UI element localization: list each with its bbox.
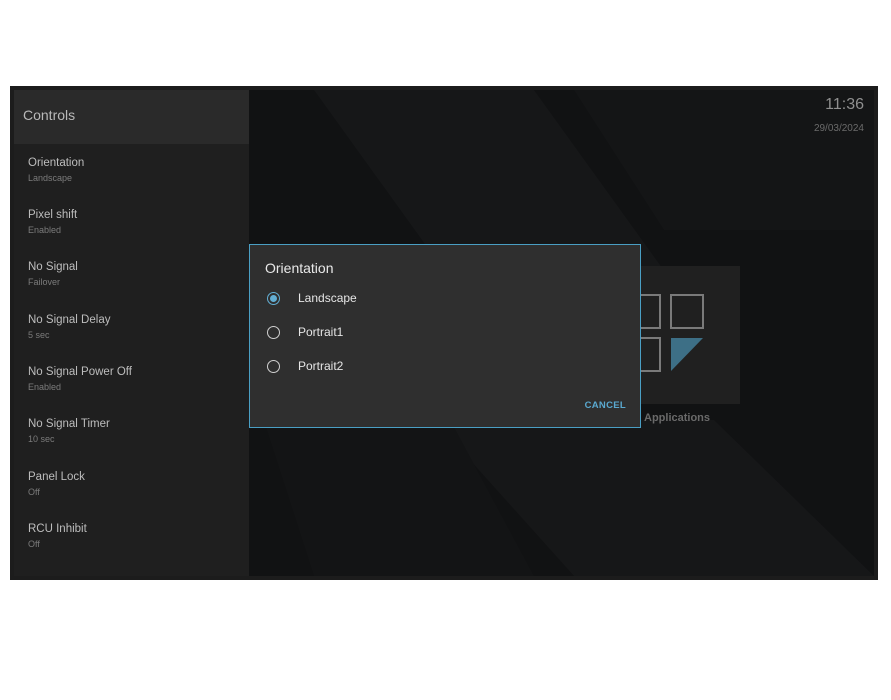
menu-item-panel-lock[interactable]: Panel Lock Off (28, 470, 85, 498)
menu-item-label: RCU Inhibit (28, 523, 87, 535)
menu-item-value: 5 sec (28, 330, 50, 340)
orientation-dialog: Orientation Landscape Portrait1 Portrait… (249, 244, 641, 428)
settings-sidebar: Controls Orientation Landscape Pixel shi… (14, 90, 249, 576)
menu-item-label: Orientation (28, 157, 85, 169)
sidebar-title: Controls (14, 90, 249, 144)
menu-item-label: No Signal Timer (28, 418, 110, 430)
menu-item-value: Enabled (28, 382, 62, 392)
menu-item-label: No Signal (28, 261, 78, 273)
menu-item-no-signal[interactable]: No Signal Failover (28, 260, 78, 288)
clock: 11:36 (825, 96, 864, 113)
menu-item-no-signal-delay[interactable]: No Signal Delay 5 sec (28, 313, 110, 341)
radio-unselected-icon[interactable] (267, 326, 280, 339)
menu-item-rcu-inhibit[interactable]: RCU Inhibit Off (28, 522, 87, 550)
option-label: Portrait1 (298, 325, 344, 339)
option-portrait2[interactable]: Portrait2 (265, 355, 625, 379)
radio-unselected-icon[interactable] (267, 360, 280, 373)
applications-tile[interactable] (627, 266, 740, 404)
menu-item-label: No Signal Delay (28, 314, 111, 326)
date: 29/03/2024 (813, 123, 864, 134)
cancel-button[interactable]: CANCEL (585, 400, 626, 411)
menu-item-value: Enabled (28, 225, 62, 235)
menu-item-orientation[interactable]: Orientation Landscape (28, 156, 84, 184)
menu-item-value: Off (28, 539, 40, 549)
applications-label: Applications (644, 412, 711, 424)
option-landscape[interactable]: Landscape (265, 287, 625, 311)
radio-selected-icon[interactable] (267, 292, 280, 305)
menu-item-no-signal-timer[interactable]: No Signal Timer 10 sec (28, 417, 110, 445)
tv-screen: Controls Orientation Landscape Pixel shi… (10, 86, 878, 580)
menu-item-label: Pixel shift (28, 209, 78, 221)
menu-item-pixel-shift[interactable]: Pixel shift Enabled (28, 208, 77, 236)
apps-grid-icon (627, 294, 704, 372)
menu-item-value: 10 sec (28, 434, 55, 444)
option-label: Landscape (298, 291, 357, 305)
menu-item-value: Failover (28, 277, 61, 287)
menu-item-value: Off (28, 487, 40, 497)
menu-item-value: Landscape (28, 173, 73, 183)
option-label: Portrait2 (298, 359, 344, 373)
option-portrait1[interactable]: Portrait1 (265, 321, 625, 345)
menu-item-label: Panel Lock (28, 471, 85, 483)
menu-item-no-signal-power-off[interactable]: No Signal Power Off Enabled (28, 365, 132, 393)
menu-item-label: No Signal Power Off (28, 366, 132, 378)
dialog-title: Orientation (265, 260, 334, 276)
